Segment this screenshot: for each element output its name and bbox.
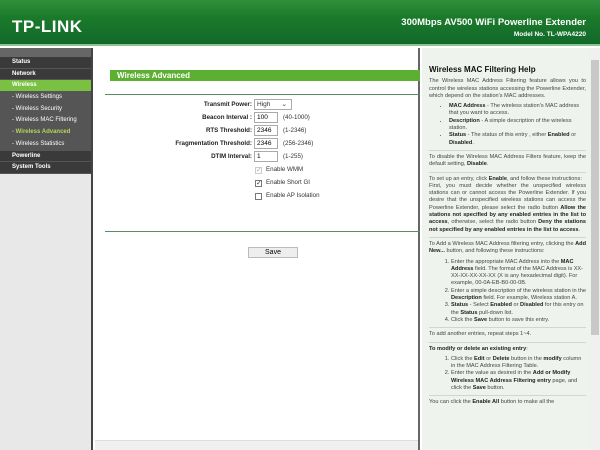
- transmit-power-label: Transmit Power:: [203, 101, 252, 108]
- sidebar-item-network[interactable]: Network: [0, 68, 91, 81]
- dtim-interval-range: (1-255): [283, 153, 303, 160]
- fragmentation-threshold-range: (256-2346): [283, 140, 314, 147]
- help-vertical-scrollbar[interactable]: [590, 48, 600, 450]
- enable-short-gi-label: Enable Short GI: [266, 179, 311, 186]
- sidebar-menu: Status Network Wireless - Wireless Setti…: [0, 48, 93, 450]
- divider: [105, 94, 420, 95]
- rts-threshold-input[interactable]: [254, 125, 278, 136]
- enable-ap-isolation-checkbox[interactable]: [255, 193, 262, 200]
- beacon-interval-input[interactable]: [254, 112, 278, 123]
- sidebar-item-powerline[interactable]: Powerline: [0, 150, 91, 163]
- rts-threshold-range: (1-2346): [283, 127, 307, 134]
- sidebar-item-wireless-security[interactable]: - Wireless Security: [0, 103, 91, 116]
- dtim-interval-label: DTIM Interval:: [211, 153, 252, 160]
- scrollbar-thumb[interactable]: [591, 60, 599, 335]
- dtim-interval-input[interactable]: [254, 151, 278, 162]
- rts-threshold-label: RTS Threshold:: [205, 127, 252, 134]
- beacon-interval-range: (40-1000): [283, 114, 310, 121]
- sidebar-item-wireless-mac-filtering[interactable]: - Wireless MAC Filtering: [0, 115, 91, 128]
- section-title: Wireless Advanced: [110, 70, 420, 81]
- enable-wmm-label: Enable WMM: [266, 166, 304, 173]
- save-button[interactable]: Save: [248, 247, 298, 258]
- tp-link-logo: TP-LINK: [12, 17, 83, 36]
- transmit-power-select[interactable]: High ⌄: [254, 99, 292, 110]
- sidebar-item-wireless-advanced[interactable]: - Wireless Advanced: [0, 127, 91, 139]
- sidebar-item-system-tools[interactable]: System Tools: [0, 162, 91, 174]
- horizontal-scrollbar[interactable]: [95, 440, 418, 450]
- enable-ap-isolation-label: Enable AP Isolation: [266, 192, 320, 199]
- sidebar-item-wireless[interactable]: Wireless: [0, 80, 91, 93]
- fragmentation-threshold-input[interactable]: [254, 138, 278, 149]
- product-name: 300Mbps AV500 WiFi Powerline Extender: [401, 17, 586, 28]
- product-info: 300Mbps AV500 WiFi Powerline Extender Mo…: [401, 17, 586, 38]
- divider: [105, 231, 420, 232]
- model-number: Model No. TL-WPA4220: [513, 31, 586, 38]
- beacon-interval-label: Beacon Interval :: [202, 114, 252, 121]
- header-banner: TP-LINK 300Mbps AV500 WiFi Powerline Ext…: [0, 0, 600, 46]
- sidebar-item-wireless-settings[interactable]: - Wireless Settings: [0, 92, 91, 104]
- enable-wmm-checkbox[interactable]: ✓: [255, 167, 262, 174]
- help-title: Wireless MAC Filtering Help: [429, 65, 536, 74]
- chevron-down-icon: ⌄: [281, 101, 287, 108]
- help-panel: Wireless MAC Filtering Help The Wireless…: [422, 48, 590, 450]
- enable-short-gi-checkbox[interactable]: ✓: [255, 180, 262, 187]
- fragmentation-threshold-label: Fragmentation Threshold:: [175, 140, 252, 147]
- main-panel: Wireless Advanced Transmit Power: High ⌄ …: [95, 48, 420, 450]
- sidebar-item-status[interactable]: Status: [0, 57, 91, 69]
- sidebar-item-wireless-statistics[interactable]: - Wireless Statistics: [0, 138, 91, 151]
